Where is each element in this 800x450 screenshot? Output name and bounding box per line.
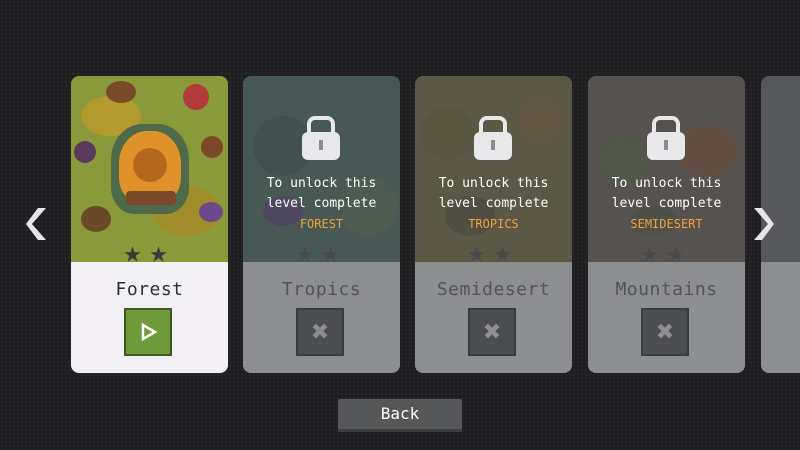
unlock-message-line1: To unlock this (266, 176, 377, 191)
locked-button: ✖ (296, 308, 344, 356)
locked-button: ✖ (468, 308, 516, 356)
back-button[interactable]: Back (338, 399, 462, 432)
lock-icon (302, 116, 340, 160)
unlock-requirement: SEMIDESERT (630, 217, 703, 231)
lock-icon (647, 116, 685, 160)
level-card-mountains[interactable]: To unlock this level complete SEMIDESERT… (588, 76, 745, 373)
unlock-message-line2: level complete (266, 196, 377, 211)
close-icon: ✖ (482, 319, 502, 345)
lock-icon (474, 116, 512, 160)
level-name: Mountains (615, 279, 718, 300)
level-card-tropics[interactable]: To unlock this level complete FOREST ★★ … (243, 76, 400, 373)
play-icon (141, 322, 158, 342)
chevron-left-icon (26, 208, 46, 240)
unlock-message-line1: To unlock this (611, 176, 722, 191)
prev-page-button[interactable] (26, 206, 48, 242)
close-icon: ✖ (310, 319, 330, 345)
close-icon: ✖ (655, 319, 675, 345)
chevron-right-icon (754, 208, 774, 240)
level-name: Tropics (281, 279, 362, 300)
unlock-message-line2: level complete (438, 196, 549, 211)
unlock-requirement: FOREST (299, 217, 344, 231)
unlock-requirement: TROPICS (468, 217, 519, 231)
locked-button: ✖ (641, 308, 689, 356)
unlock-message-line2: level complete (611, 196, 722, 211)
next-page-button[interactable] (752, 206, 774, 242)
level-card-semidesert[interactable]: To unlock this level complete TROPICS ★★… (415, 76, 572, 373)
level-name: Semidesert (436, 279, 551, 300)
level-card-forest[interactable]: ★★ Forest (71, 76, 228, 373)
play-button[interactable] (124, 308, 172, 356)
level-name: Forest (115, 279, 184, 300)
unlock-message-line1: To unlock this (438, 176, 549, 191)
